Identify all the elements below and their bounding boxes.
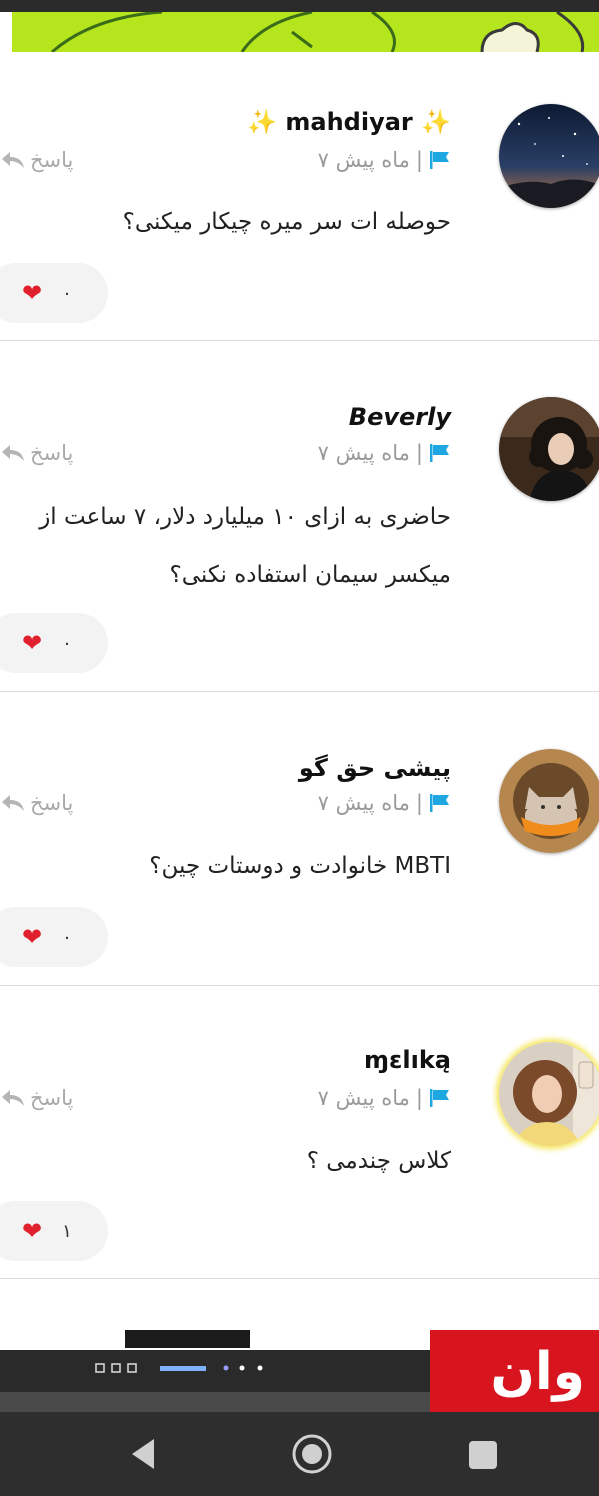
like-count: ۰ bbox=[62, 926, 72, 948]
timestamp: ۷ ماه پیش bbox=[317, 441, 410, 465]
flag-icon[interactable] bbox=[429, 150, 451, 170]
reply-arrow-icon bbox=[2, 1090, 24, 1106]
comment-meta: ۷ ماه پیش | bbox=[318, 148, 451, 172]
bottom-ad-banner[interactable]: وان bbox=[0, 1330, 599, 1412]
like-button[interactable]: ❤ ۰ bbox=[0, 907, 108, 967]
timestamp: ۷ ماه پیش bbox=[317, 148, 410, 172]
comment-text: کلاس چندمی ؟ bbox=[306, 1148, 451, 1174]
separator: | bbox=[415, 1086, 423, 1110]
separator: | bbox=[415, 441, 423, 465]
flag-icon[interactable] bbox=[429, 1088, 451, 1108]
username[interactable]: ɱɛlıką bbox=[364, 1046, 451, 1074]
banner-illustration bbox=[51, 12, 585, 52]
ad-text: وان bbox=[490, 1342, 585, 1402]
heart-icon: ❤ bbox=[22, 1217, 43, 1245]
comment-item: پیشی حق گو ۷ ماه پیش | پاسخ MBTI خانوادت… bbox=[0, 692, 599, 986]
night-sky-avatar bbox=[499, 104, 599, 208]
home-circle-icon[interactable] bbox=[290, 1432, 334, 1476]
reply-label: پاسخ bbox=[30, 441, 74, 465]
like-count: ۰ bbox=[62, 632, 72, 654]
comment-item: ✨ mahdiyar ✨ ۷ ماه پیش | پاسخ حوصله ات س… bbox=[0, 52, 599, 341]
comment-text: حاضری به ازای ۱۰ میلیارد دلار، ۷ ساعت از… bbox=[39, 504, 451, 588]
girl-curly-hair-avatar bbox=[499, 397, 599, 501]
reply-arrow-icon bbox=[2, 152, 24, 168]
range-hood-image bbox=[0, 1330, 430, 1412]
comment-item: Beverly ۷ ماه پیش | پاسخ حاضری به ازای ۱… bbox=[0, 341, 599, 692]
separator: | bbox=[415, 148, 423, 172]
reply-arrow-icon bbox=[2, 445, 24, 461]
back-triangle-icon[interactable] bbox=[124, 1434, 164, 1474]
flag-icon[interactable] bbox=[429, 793, 451, 813]
reply-label: پاسخ bbox=[30, 1086, 74, 1110]
like-button[interactable]: ❤ ۱ bbox=[0, 1201, 108, 1261]
separator: | bbox=[415, 791, 423, 815]
reply-arrow-icon bbox=[2, 795, 24, 811]
comment-meta: ۷ ماه پیش | bbox=[318, 1086, 451, 1110]
girl-selfie-avatar bbox=[499, 1042, 599, 1146]
cat-avatar bbox=[499, 749, 599, 853]
reply-button[interactable]: پاسخ bbox=[0, 148, 73, 172]
comment-text: حوصله ات سر میره چیکار میکنی؟ bbox=[122, 209, 451, 235]
navigation-bar bbox=[0, 1412, 599, 1496]
reply-label: پاسخ bbox=[30, 791, 74, 815]
timestamp: ۷ ماه پیش bbox=[317, 791, 410, 815]
avatar[interactable] bbox=[499, 104, 599, 208]
heart-icon: ❤ bbox=[22, 279, 43, 307]
heart-icon: ❤ bbox=[22, 629, 43, 657]
reply-button[interactable]: پاسخ bbox=[0, 791, 73, 815]
like-count: ۰ bbox=[62, 282, 72, 304]
username[interactable]: Beverly bbox=[349, 403, 451, 431]
like-count: ۱ bbox=[62, 1220, 72, 1242]
comment-meta: ۷ ماه پیش | bbox=[318, 791, 451, 815]
username[interactable]: ✨ mahdiyar ✨ bbox=[247, 108, 451, 136]
reply-button[interactable]: پاسخ bbox=[0, 441, 73, 465]
comment-text: MBTI خانوادت و دوستات چین؟ bbox=[149, 853, 451, 879]
flag-icon[interactable] bbox=[429, 443, 451, 463]
top-ad-banner[interactable] bbox=[12, 12, 599, 52]
comment-item: ɱɛlıką ۷ ماه پیش | پاسخ کلاس چندمی ؟ ❤ ۱ bbox=[0, 986, 599, 1279]
comment-meta: ۷ ماه پیش | bbox=[318, 441, 451, 465]
heart-icon: ❤ bbox=[22, 923, 43, 951]
timestamp: ۷ ماه پیش bbox=[317, 1086, 410, 1110]
reply-button[interactable]: پاسخ bbox=[0, 1086, 73, 1110]
like-button[interactable]: ❤ ۰ bbox=[0, 613, 108, 673]
like-button[interactable]: ❤ ۰ bbox=[0, 263, 108, 323]
status-bar bbox=[0, 0, 599, 12]
recents-square-icon[interactable] bbox=[466, 1438, 502, 1474]
reply-label: پاسخ bbox=[30, 148, 74, 172]
avatar[interactable] bbox=[499, 397, 599, 501]
avatar[interactable] bbox=[499, 749, 599, 853]
avatar[interactable] bbox=[499, 1042, 599, 1146]
username[interactable]: پیشی حق گو bbox=[299, 754, 451, 782]
